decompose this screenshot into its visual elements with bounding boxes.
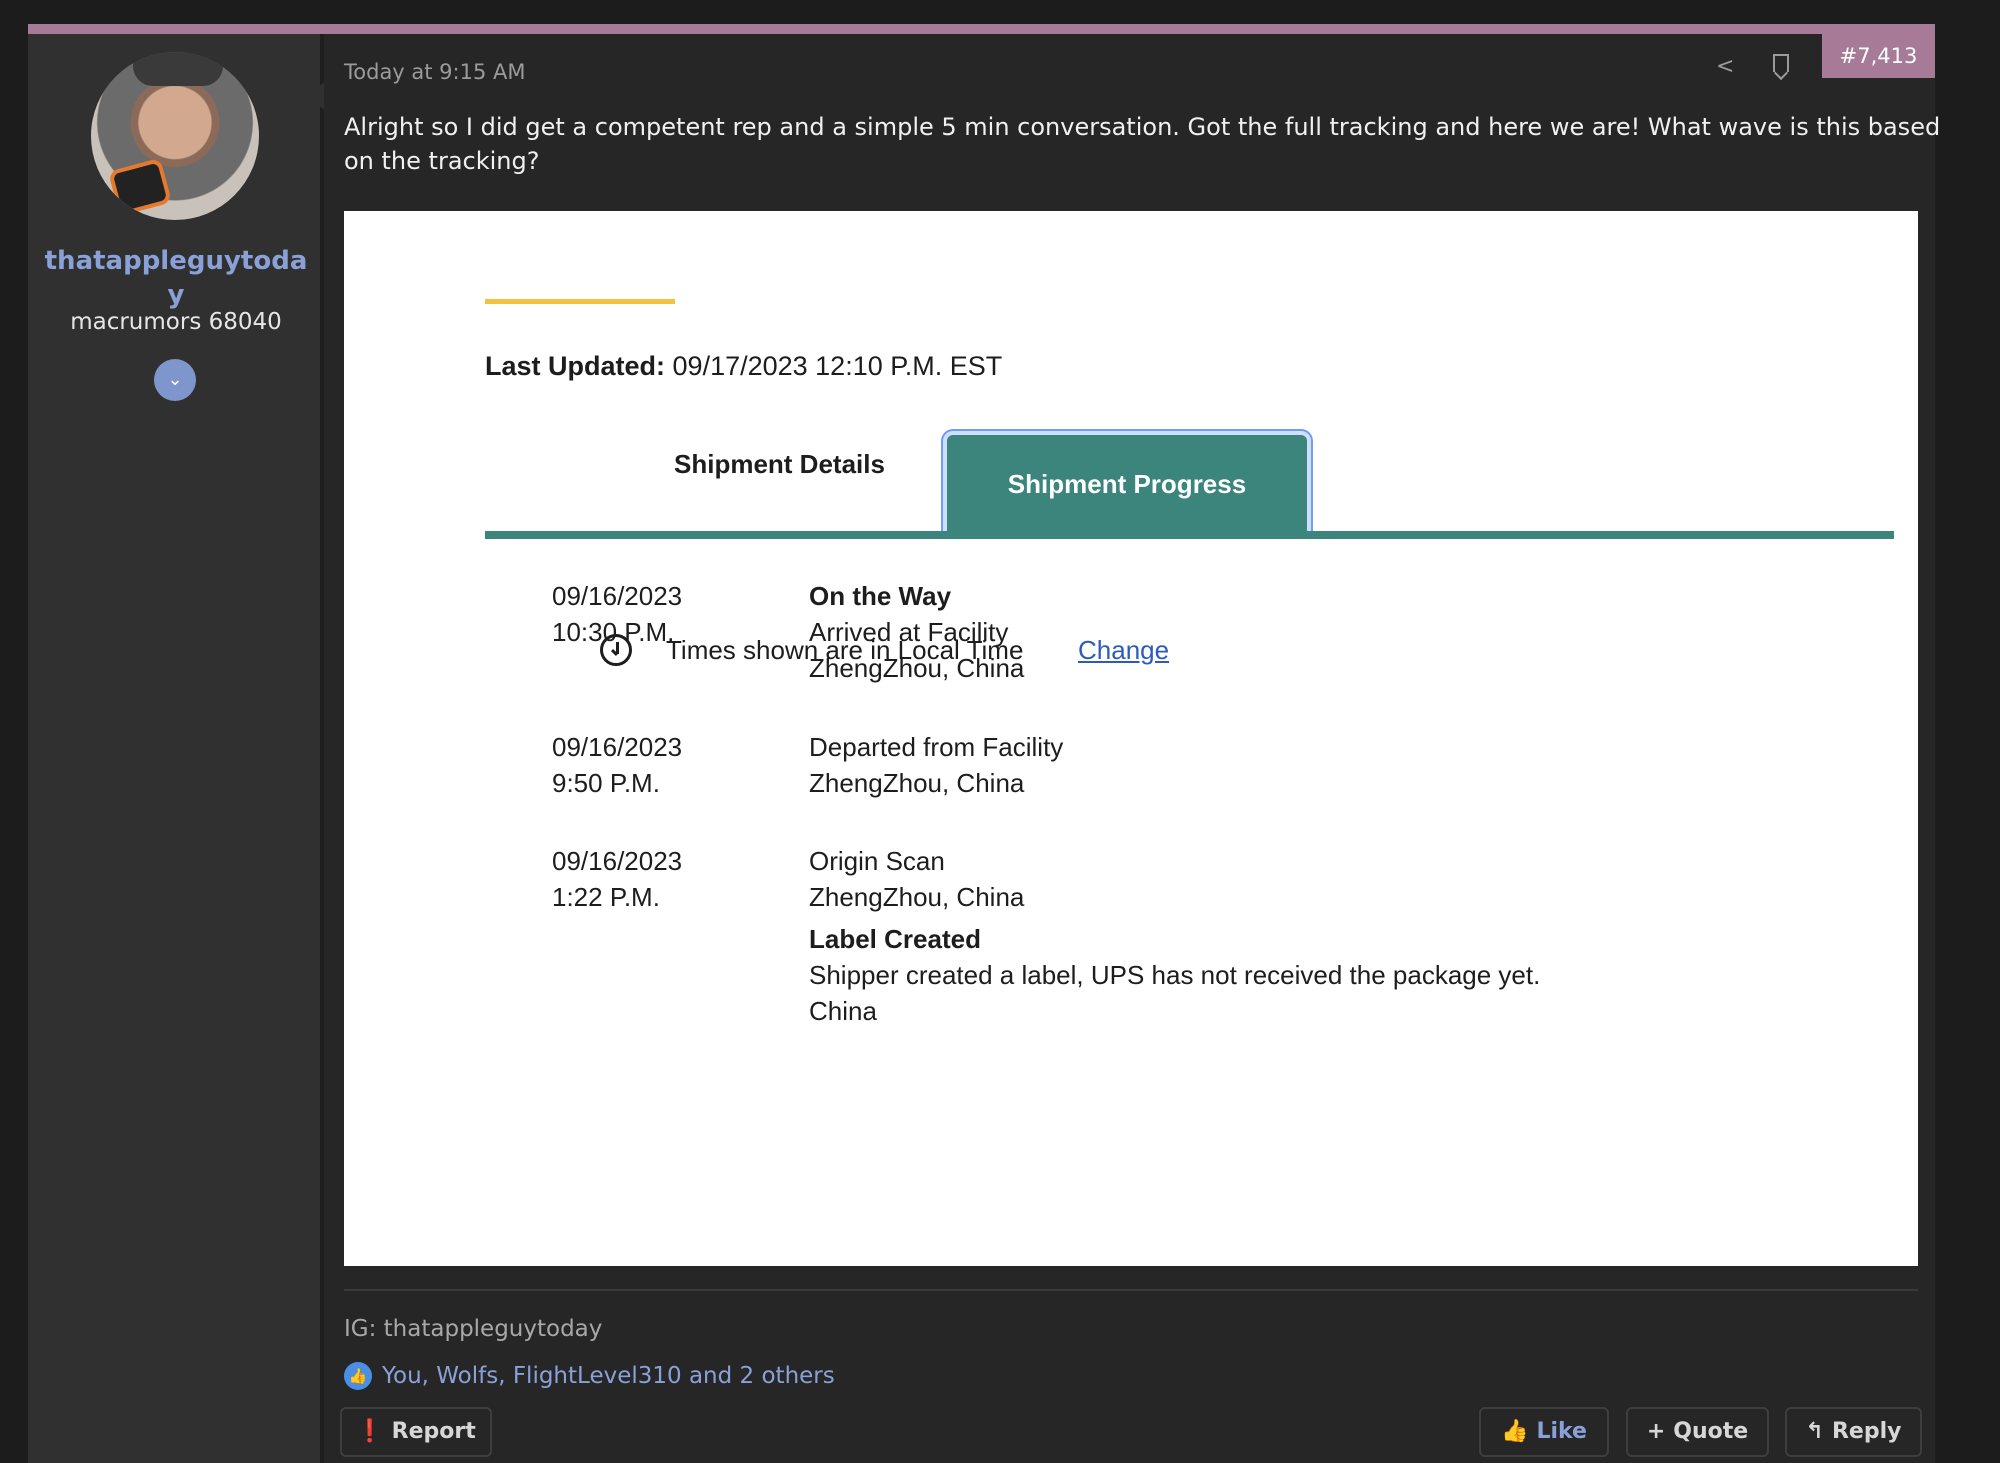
- event-date-time: 1:22 P.M.: [552, 882, 660, 912]
- post-number[interactable]: #7,413: [1822, 34, 1935, 78]
- bookmark-icon[interactable]: [1773, 54, 1789, 72]
- avatar-cap: [133, 52, 223, 86]
- quote-button[interactable]: + Quote: [1626, 1407, 1769, 1457]
- event-date: 09/16/2023 10:30 P.M.: [552, 578, 772, 650]
- like-label: Like: [1536, 1419, 1587, 1444]
- event-detail: Origin Scan ZhengZhou, China: [809, 843, 1709, 915]
- chevron-down-icon[interactable]: ⌄: [154, 359, 196, 401]
- sidebar-pointer: [310, 82, 324, 110]
- post-message: Alright so I did get a competent rep and…: [344, 113, 1941, 175]
- event-detail: Departed from Facility ZhengZhou, China: [809, 729, 1709, 801]
- event-date-day: 09/16/2023: [552, 846, 683, 876]
- event-description: Departed from Facility: [809, 732, 1064, 762]
- event-date-day: 09/16/2023: [552, 732, 683, 762]
- user-sidebar: thatappleguytoday macrumors 68040 ⌄: [28, 34, 324, 1463]
- reply-arrow-icon: ↰: [1805, 1419, 1824, 1444]
- reply-label: Reply: [1831, 1419, 1902, 1444]
- user-title: macrumors 68040: [70, 309, 282, 335]
- event-location: ZhengZhou, China: [809, 653, 1025, 683]
- event-detail: On the Way Arrived at Facility ZhengZhou…: [809, 578, 1709, 686]
- thumbs-up-icon: 👍: [344, 1362, 372, 1390]
- event-date-time: 10:30 P.M.: [552, 617, 675, 647]
- likes-text[interactable]: You, Wolfs, FlightLevel310 and 2 others: [382, 1363, 835, 1389]
- event-location: ZhengZhou, China: [809, 768, 1025, 798]
- event-status: On the Way: [809, 581, 952, 611]
- likes-summary[interactable]: 👍 You, Wolfs, FlightLevel310 and 2 other…: [344, 1362, 835, 1390]
- share-icon[interactable]: <: [1716, 54, 1734, 79]
- avatar[interactable]: [91, 52, 259, 220]
- event-detail: Label Created Shipper created a label, U…: [809, 921, 1709, 1029]
- post-timestamp[interactable]: Today at 9:15 AM: [344, 60, 526, 84]
- tab-shipment-progress: Shipment Progress: [947, 435, 1307, 533]
- event-location: ZhengZhou, China: [809, 882, 1025, 912]
- report-button[interactable]: ❗ Report: [340, 1407, 492, 1457]
- report-label: Report: [391, 1419, 476, 1444]
- reply-button[interactable]: ↰ Reply: [1785, 1407, 1922, 1457]
- forum-post: thatappleguytoday macrumors 68040 ⌄ Toda…: [28, 24, 1940, 1463]
- event-date-day: 09/16/2023: [552, 581, 683, 611]
- tab-shipment-details: Shipment Details: [674, 449, 885, 479]
- like-button[interactable]: 👍 Like: [1479, 1407, 1609, 1457]
- event-status: Label Created: [809, 924, 981, 954]
- last-updated-value: 09/17/2023 12:10 P.M. EST: [672, 351, 1003, 381]
- event-date: 09/16/2023 9:50 P.M.: [552, 729, 772, 801]
- tracking-screenshot[interactable]: Last Updated: 09/17/2023 12:10 P.M. EST …: [344, 211, 1918, 1266]
- username[interactable]: thatappleguytoday: [40, 244, 312, 312]
- tracking-accent-line: [485, 299, 675, 304]
- quote-label: Quote: [1673, 1419, 1749, 1444]
- tab-underline: [485, 531, 1894, 539]
- last-updated-label: Last Updated:: [485, 351, 666, 381]
- event-description: Shipper created a label, UPS has not rec…: [809, 960, 1541, 990]
- last-updated: Last Updated: 09/17/2023 12:10 P.M. EST: [485, 351, 1002, 382]
- event-location: China: [809, 996, 877, 1026]
- signature: IG: thatappleguytoday: [344, 1316, 603, 1342]
- event-description: Origin Scan: [809, 846, 945, 876]
- thumbs-up-icon: 👍: [1501, 1419, 1529, 1444]
- avatar-watch: [107, 157, 173, 217]
- event-description: Arrived at Facility: [809, 617, 1009, 647]
- event-date: 09/16/2023 1:22 P.M.: [552, 843, 772, 915]
- plus-icon: +: [1646, 1419, 1666, 1444]
- event-date-time: 9:50 P.M.: [552, 768, 660, 798]
- alert-icon: ❗: [356, 1419, 384, 1444]
- signature-divider: [344, 1289, 1918, 1291]
